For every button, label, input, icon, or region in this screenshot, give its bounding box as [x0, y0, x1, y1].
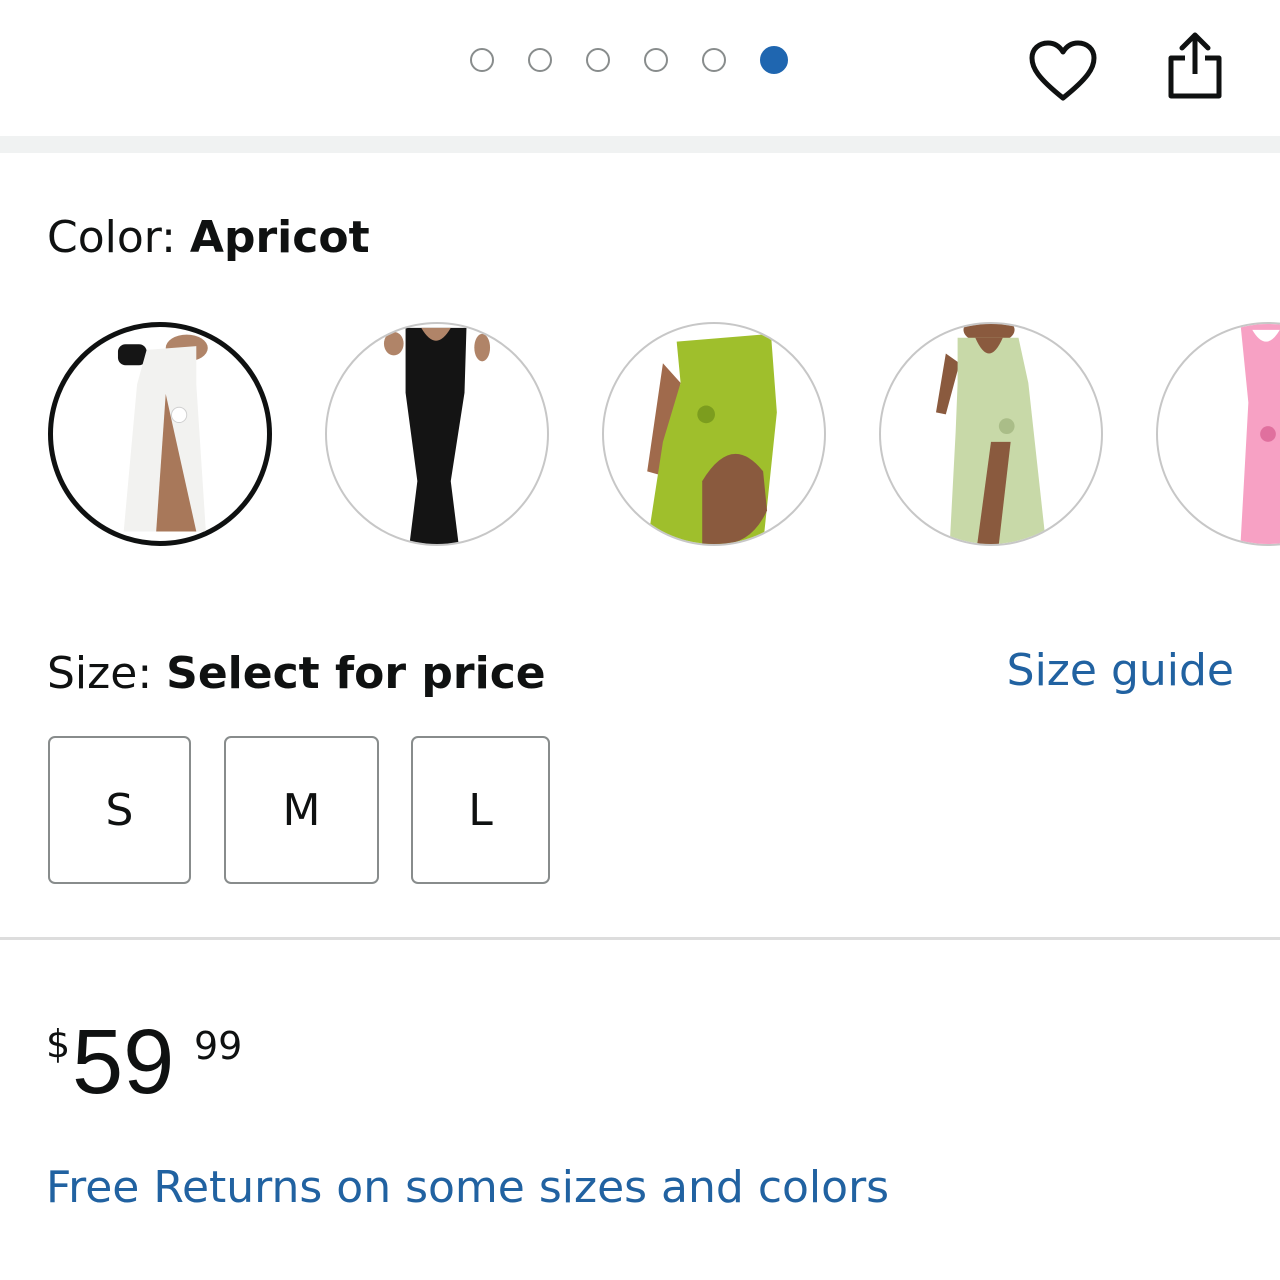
size-label: Size: Select for price	[47, 648, 546, 700]
free-returns-link[interactable]: Free Returns on some sizes and colors	[46, 1162, 889, 1214]
share-icon	[1168, 32, 1222, 99]
size-option-m[interactable]: M	[224, 736, 379, 884]
top-bar	[0, 0, 1280, 136]
divider	[0, 937, 1280, 940]
dress-image-black	[383, 327, 491, 544]
price-currency-symbol: $	[46, 1022, 71, 1066]
color-swatch-row	[48, 322, 1280, 550]
price-fraction: 99	[194, 1024, 243, 1068]
dress-image-sage	[936, 324, 1046, 544]
size-guide-link[interactable]: Size guide	[1007, 645, 1234, 697]
wishlist-button[interactable]	[1028, 40, 1098, 104]
carousel-dot[interactable]	[470, 48, 494, 72]
dress-image-pink	[1240, 324, 1280, 544]
carousel-dot[interactable]	[586, 48, 610, 72]
color-label: Color: Apricot	[47, 212, 370, 264]
dress-image-lime	[647, 333, 777, 544]
size-option-s[interactable]: S	[48, 736, 191, 884]
color-swatch-sage[interactable]	[879, 322, 1103, 546]
carousel-dot[interactable]	[644, 48, 668, 72]
color-swatch-pink[interactable]	[1156, 322, 1280, 546]
image-carousel-dots	[470, 46, 788, 74]
price-whole: 59	[72, 1011, 175, 1113]
selected-color-name: Apricot	[189, 212, 370, 263]
color-swatch-lime[interactable]	[602, 322, 826, 546]
carousel-dot-active[interactable]	[760, 46, 788, 74]
color-swatch-white[interactable]	[48, 322, 272, 546]
heart-icon	[1029, 40, 1097, 101]
share-button[interactable]	[1163, 30, 1227, 100]
section-separator	[0, 136, 1280, 153]
dress-shape	[405, 327, 467, 544]
carousel-dot[interactable]	[528, 48, 552, 72]
size-option-l[interactable]: L	[411, 736, 550, 884]
dress-image-white	[117, 334, 208, 532]
size-label-prefix: Size:	[47, 648, 167, 699]
color-label-prefix: Color:	[47, 212, 190, 263]
color-swatch-black[interactable]	[325, 322, 549, 546]
size-select-prompt: Select for price	[166, 648, 546, 699]
carousel-dot[interactable]	[702, 48, 726, 72]
